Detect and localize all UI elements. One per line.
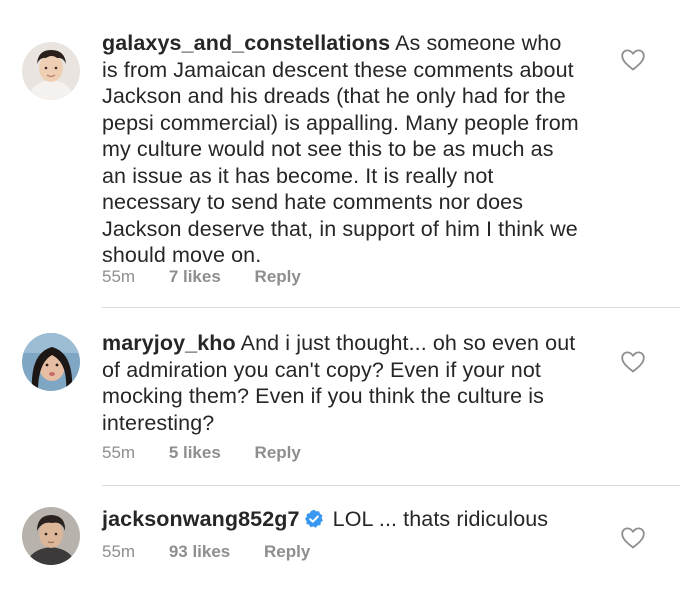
comment-username[interactable]: jacksonwang852g7	[102, 507, 300, 531]
comment-meta: 55m 5 likes Reply	[102, 443, 301, 463]
comment-likes[interactable]: 5 likes	[169, 443, 221, 463]
avatar[interactable]	[22, 42, 80, 100]
comment-time: 55m	[102, 542, 136, 561]
avatar[interactable]	[22, 333, 80, 391]
comment-body: galaxys_and_constellations As someone wh…	[102, 30, 582, 269]
comment-body: jacksonwang852g7 LOL ... thats ridiculou…	[102, 506, 582, 533]
heart-icon[interactable]	[620, 526, 646, 550]
comment-username[interactable]: maryjoy_kho	[102, 331, 236, 355]
heart-icon[interactable]	[620, 48, 646, 72]
divider	[102, 307, 680, 308]
comment-time: 55m	[102, 443, 136, 462]
comment-time: 55m	[102, 267, 136, 286]
comment-likes[interactable]: 93 likes	[169, 542, 230, 562]
comment-username[interactable]: galaxys_and_constellations	[102, 31, 390, 55]
avatar[interactable]	[22, 507, 80, 565]
comment-text: LOL ... thats ridiculous	[326, 507, 549, 531]
comment-text: As someone who is from Jamaican descent …	[102, 31, 579, 267]
divider	[102, 485, 680, 486]
reply-button[interactable]: Reply	[264, 542, 310, 562]
heart-icon[interactable]	[620, 350, 646, 374]
comment-meta: 55m 7 likes Reply	[102, 267, 301, 287]
reply-button[interactable]: Reply	[255, 443, 301, 463]
verified-badge-icon	[304, 509, 323, 528]
comment-likes[interactable]: 7 likes	[169, 267, 221, 287]
comment-body: maryjoy_kho And i just thought... oh so …	[102, 330, 582, 436]
reply-button[interactable]: Reply	[255, 267, 301, 287]
comment-meta: 55m 93 likes Reply	[102, 542, 310, 562]
